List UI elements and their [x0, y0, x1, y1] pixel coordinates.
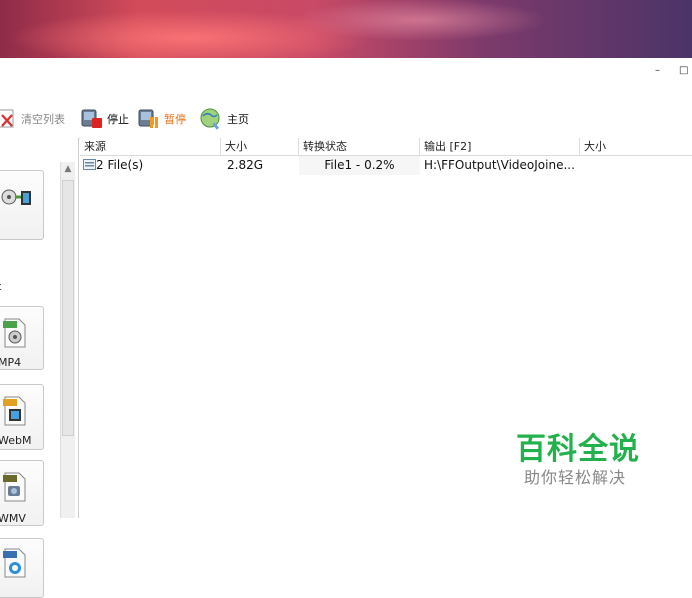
watermark: 百科全说 助你轻松解决 — [508, 430, 668, 494]
webm-file-icon — [3, 396, 26, 426]
scroll-up-arrow-icon[interactable]: ▲ — [62, 164, 74, 178]
format-label-webm: WebM — [0, 434, 32, 447]
row-output-size — [580, 156, 692, 175]
file-list-icon — [83, 159, 96, 170]
home-label: 主页 — [227, 113, 249, 126]
pause-button[interactable]: 暂停 — [137, 107, 186, 131]
row-size: 2.82G — [227, 158, 264, 172]
row-output: H:\FFOutput\VideoJoine... — [424, 158, 575, 172]
row-status: File1 - 0.2% — [299, 156, 420, 175]
column-header-source[interactable]: 来源 — [80, 138, 221, 156]
stop-icon — [81, 109, 102, 128]
column-header-output-size[interactable]: 大小 — [580, 138, 692, 156]
title-bar: – □ — [0, 58, 692, 86]
row-source: 2 File(s) — [96, 158, 144, 172]
home-globe-icon — [200, 108, 220, 130]
scrollbar-thumb[interactable] — [62, 180, 74, 436]
format-label-mp4: MP4 — [0, 356, 22, 369]
column-header-output[interactable]: 输出 [F2] — [420, 138, 580, 156]
clear-list-button[interactable]: 清空列表 — [0, 107, 65, 131]
column-header-status[interactable]: 转换状态 — [299, 138, 420, 156]
watermark-title: 百科全说 — [516, 432, 640, 467]
clear-list-label: 清空列表 — [21, 113, 65, 126]
toolbar: 清空列表 停止 暂停 主页 — [0, 102, 692, 139]
stop-button[interactable]: 停止 — [80, 107, 129, 131]
mp4-file-icon — [3, 318, 26, 348]
column-header-size[interactable]: 大小 — [221, 138, 299, 156]
wmv-file-icon — [3, 472, 26, 502]
format-sidebar: ε MP4 WebM — [0, 138, 79, 598]
pause-label: 暂停 — [164, 113, 186, 126]
watermark-subtitle: 助你轻松解决 — [524, 468, 627, 487]
desktop-wallpaper — [0, 0, 692, 58]
format-button-mov[interactable] — [0, 538, 44, 598]
sidebar-scrollbar[interactable]: ▲ — [60, 162, 75, 518]
video-convert-icon — [1, 189, 31, 205]
pause-icon — [138, 109, 158, 128]
row-source-cell: 2 File(s) — [80, 156, 221, 175]
mov-file-icon — [3, 548, 26, 578]
clear-list-icon — [0, 109, 14, 128]
minimize-button[interactable]: – — [655, 65, 660, 76]
maximize-button[interactable]: □ — [679, 65, 688, 76]
stop-label: 停止 — [107, 113, 129, 126]
format-label-wmv: WMV — [0, 512, 26, 525]
format-label-video: ε — [0, 280, 46, 293]
format-button-video[interactable] — [0, 170, 44, 240]
home-button[interactable]: 主页 — [198, 107, 249, 131]
